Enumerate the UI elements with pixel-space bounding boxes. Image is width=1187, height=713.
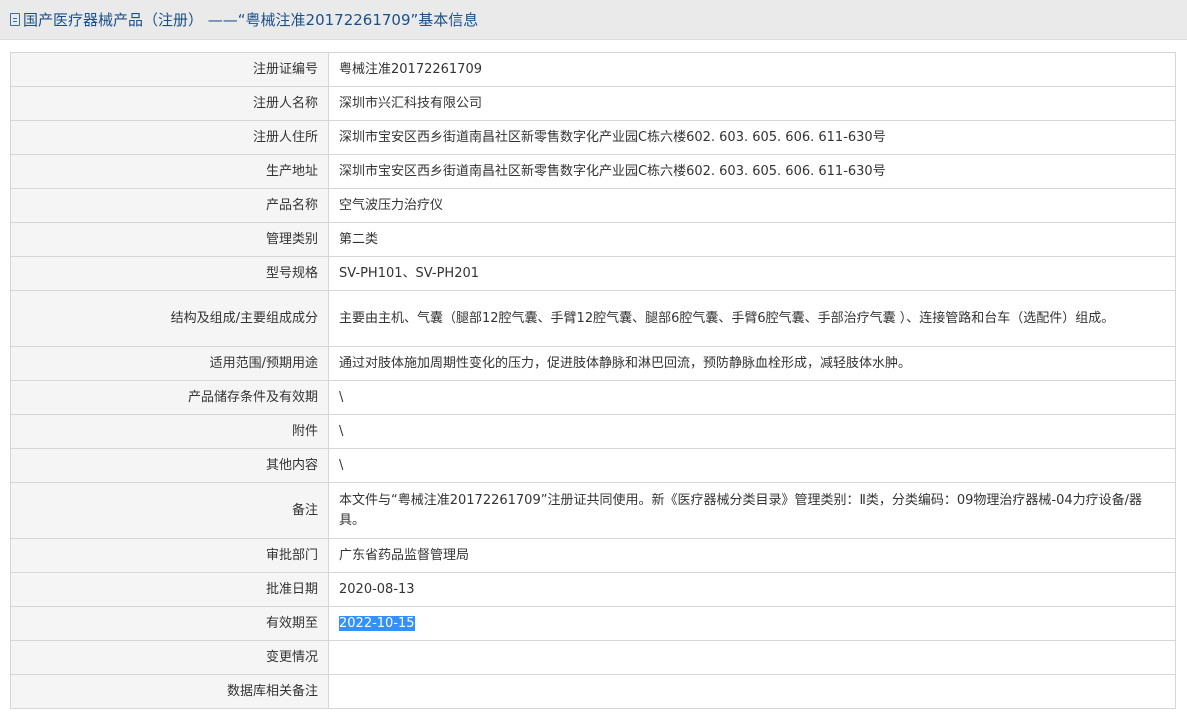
row-label: 注册证编号 [10, 52, 329, 87]
table-row: 型号规格 SV-PH101、SV-PH201 [10, 256, 1176, 291]
table-row: 产品名称 空气波压力治疗仪 [10, 188, 1176, 223]
table-row: 批准日期 2020-08-13 [10, 572, 1176, 607]
row-label: 管理类别 [10, 222, 329, 257]
row-value: 主要由主机、气囊（腿部12腔气囊、手臂12腔气囊、腿部6腔气囊、手臂6腔气囊、手… [328, 290, 1176, 347]
title-bar: 国产医疗器械产品（注册） ——“粤械注准20172261709”基本信息 [0, 0, 1187, 40]
info-table: 注册证编号 粤械注准20172261709 注册人名称 深圳市兴汇科技有限公司 … [10, 52, 1176, 709]
row-label: 备注 [10, 482, 329, 539]
table-row: 注册人名称 深圳市兴汇科技有限公司 [10, 86, 1176, 121]
row-value: 2020-08-13 [328, 572, 1176, 607]
row-label: 附件 [10, 414, 329, 449]
row-value: \ [328, 380, 1176, 415]
row-label: 其他内容 [10, 448, 329, 483]
row-value [328, 674, 1176, 709]
row-value: 深圳市兴汇科技有限公司 [328, 86, 1176, 121]
row-value: 第二类 [328, 222, 1176, 257]
row-label: 数据库相关备注 [10, 674, 329, 709]
table-row: 附件 \ [10, 414, 1176, 449]
row-value: 广东省药品监督管理局 [328, 538, 1176, 573]
page-title: 国产医疗器械产品（注册） ——“粤械注准20172261709”基本信息 [23, 11, 479, 29]
selected-text[interactable]: 2022-10-15 [339, 615, 415, 631]
row-label: 型号规格 [10, 256, 329, 291]
row-label: 生产地址 [10, 154, 329, 189]
table-row: 结构及组成/主要组成成分 主要由主机、气囊（腿部12腔气囊、手臂12腔气囊、腿部… [10, 290, 1176, 347]
row-value: 深圳市宝安区西乡街道南昌社区新零售数字化产业园C栋六楼602. 603. 605… [328, 120, 1176, 155]
table-row: 注册人住所 深圳市宝安区西乡街道南昌社区新零售数字化产业园C栋六楼602. 60… [10, 120, 1176, 155]
table-row: 其他内容 \ [10, 448, 1176, 483]
row-label: 注册人住所 [10, 120, 329, 155]
row-label: 适用范围/预期用途 [10, 346, 329, 381]
row-label: 有效期至 [10, 606, 329, 641]
table-row: 管理类别 第二类 [10, 222, 1176, 257]
table-row: 变更情况 [10, 640, 1176, 675]
row-label: 结构及组成/主要组成成分 [10, 290, 329, 347]
row-label: 注册人名称 [10, 86, 329, 121]
table-row: 数据库相关备注 [10, 674, 1176, 709]
table-row: 注册证编号 粤械注准20172261709 [10, 52, 1176, 87]
row-value: 深圳市宝安区西乡街道南昌社区新零售数字化产业园C栋六楼602. 603. 605… [328, 154, 1176, 189]
table-row: 产品储存条件及有效期 \ [10, 380, 1176, 415]
document-icon [10, 13, 20, 26]
row-label: 变更情况 [10, 640, 329, 675]
row-value [328, 640, 1176, 675]
table-row: 审批部门 广东省药品监督管理局 [10, 538, 1176, 573]
row-value: SV-PH101、SV-PH201 [328, 256, 1176, 291]
row-label: 审批部门 [10, 538, 329, 573]
row-value: 2022-10-15 [328, 606, 1176, 641]
row-label: 产品储存条件及有效期 [10, 380, 329, 415]
row-label: 批准日期 [10, 572, 329, 607]
row-value: \ [328, 448, 1176, 483]
row-label: 产品名称 [10, 188, 329, 223]
row-value: 空气波压力治疗仪 [328, 188, 1176, 223]
row-value: 粤械注准20172261709 [328, 52, 1176, 87]
table-row: 备注 本文件与“粤械注准20172261709”注册证共同使用。新《医疗器械分类… [10, 482, 1176, 539]
table-row: 有效期至 2022-10-15 [10, 606, 1176, 641]
row-value: \ [328, 414, 1176, 449]
row-value: 通过对肢体施加周期性变化的压力，促进肢体静脉和淋巴回流，预防静脉血栓形成，减轻肢… [328, 346, 1176, 381]
table-row: 适用范围/预期用途 通过对肢体施加周期性变化的压力，促进肢体静脉和淋巴回流，预防… [10, 346, 1176, 381]
row-value: 本文件与“粤械注准20172261709”注册证共同使用。新《医疗器械分类目录》… [328, 482, 1176, 539]
table-row: 生产地址 深圳市宝安区西乡街道南昌社区新零售数字化产业园C栋六楼602. 603… [10, 154, 1176, 189]
